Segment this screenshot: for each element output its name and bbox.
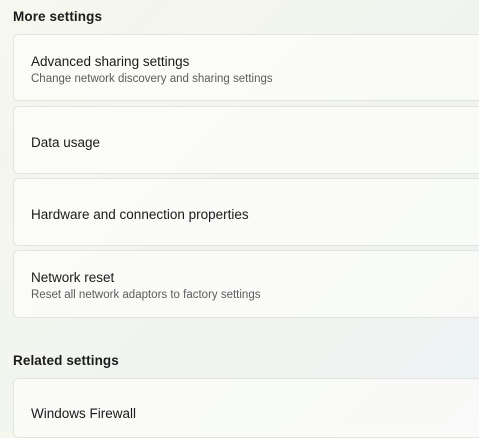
network-reset-title: Network reset	[31, 270, 115, 285]
data-usage-title: Data usage	[31, 135, 101, 150]
windows-firewall-title: Windows Firewall	[31, 406, 137, 421]
advanced-sharing-settings-title: Advanced sharing settings	[31, 54, 190, 69]
advanced-sharing-settings-item[interactable]: Advanced sharing settings Change network…	[13, 34, 479, 101]
more-settings-header: More settings	[13, 9, 103, 24]
hardware-connection-properties-title: Hardware and connection properties	[31, 207, 249, 222]
advanced-sharing-settings-subtitle: Change network discovery and sharing set…	[31, 73, 273, 85]
related-settings-header: Related settings	[13, 353, 119, 368]
hardware-connection-properties-item[interactable]: Hardware and connection properties	[13, 178, 479, 246]
network-reset-subtitle: Reset all network adaptors to factory se…	[31, 289, 261, 301]
data-usage-item[interactable]: Data usage	[13, 106, 479, 174]
network-reset-item[interactable]: Network reset Reset all network adaptors…	[13, 250, 479, 318]
windows-firewall-item[interactable]: Windows Firewall	[13, 378, 479, 438]
